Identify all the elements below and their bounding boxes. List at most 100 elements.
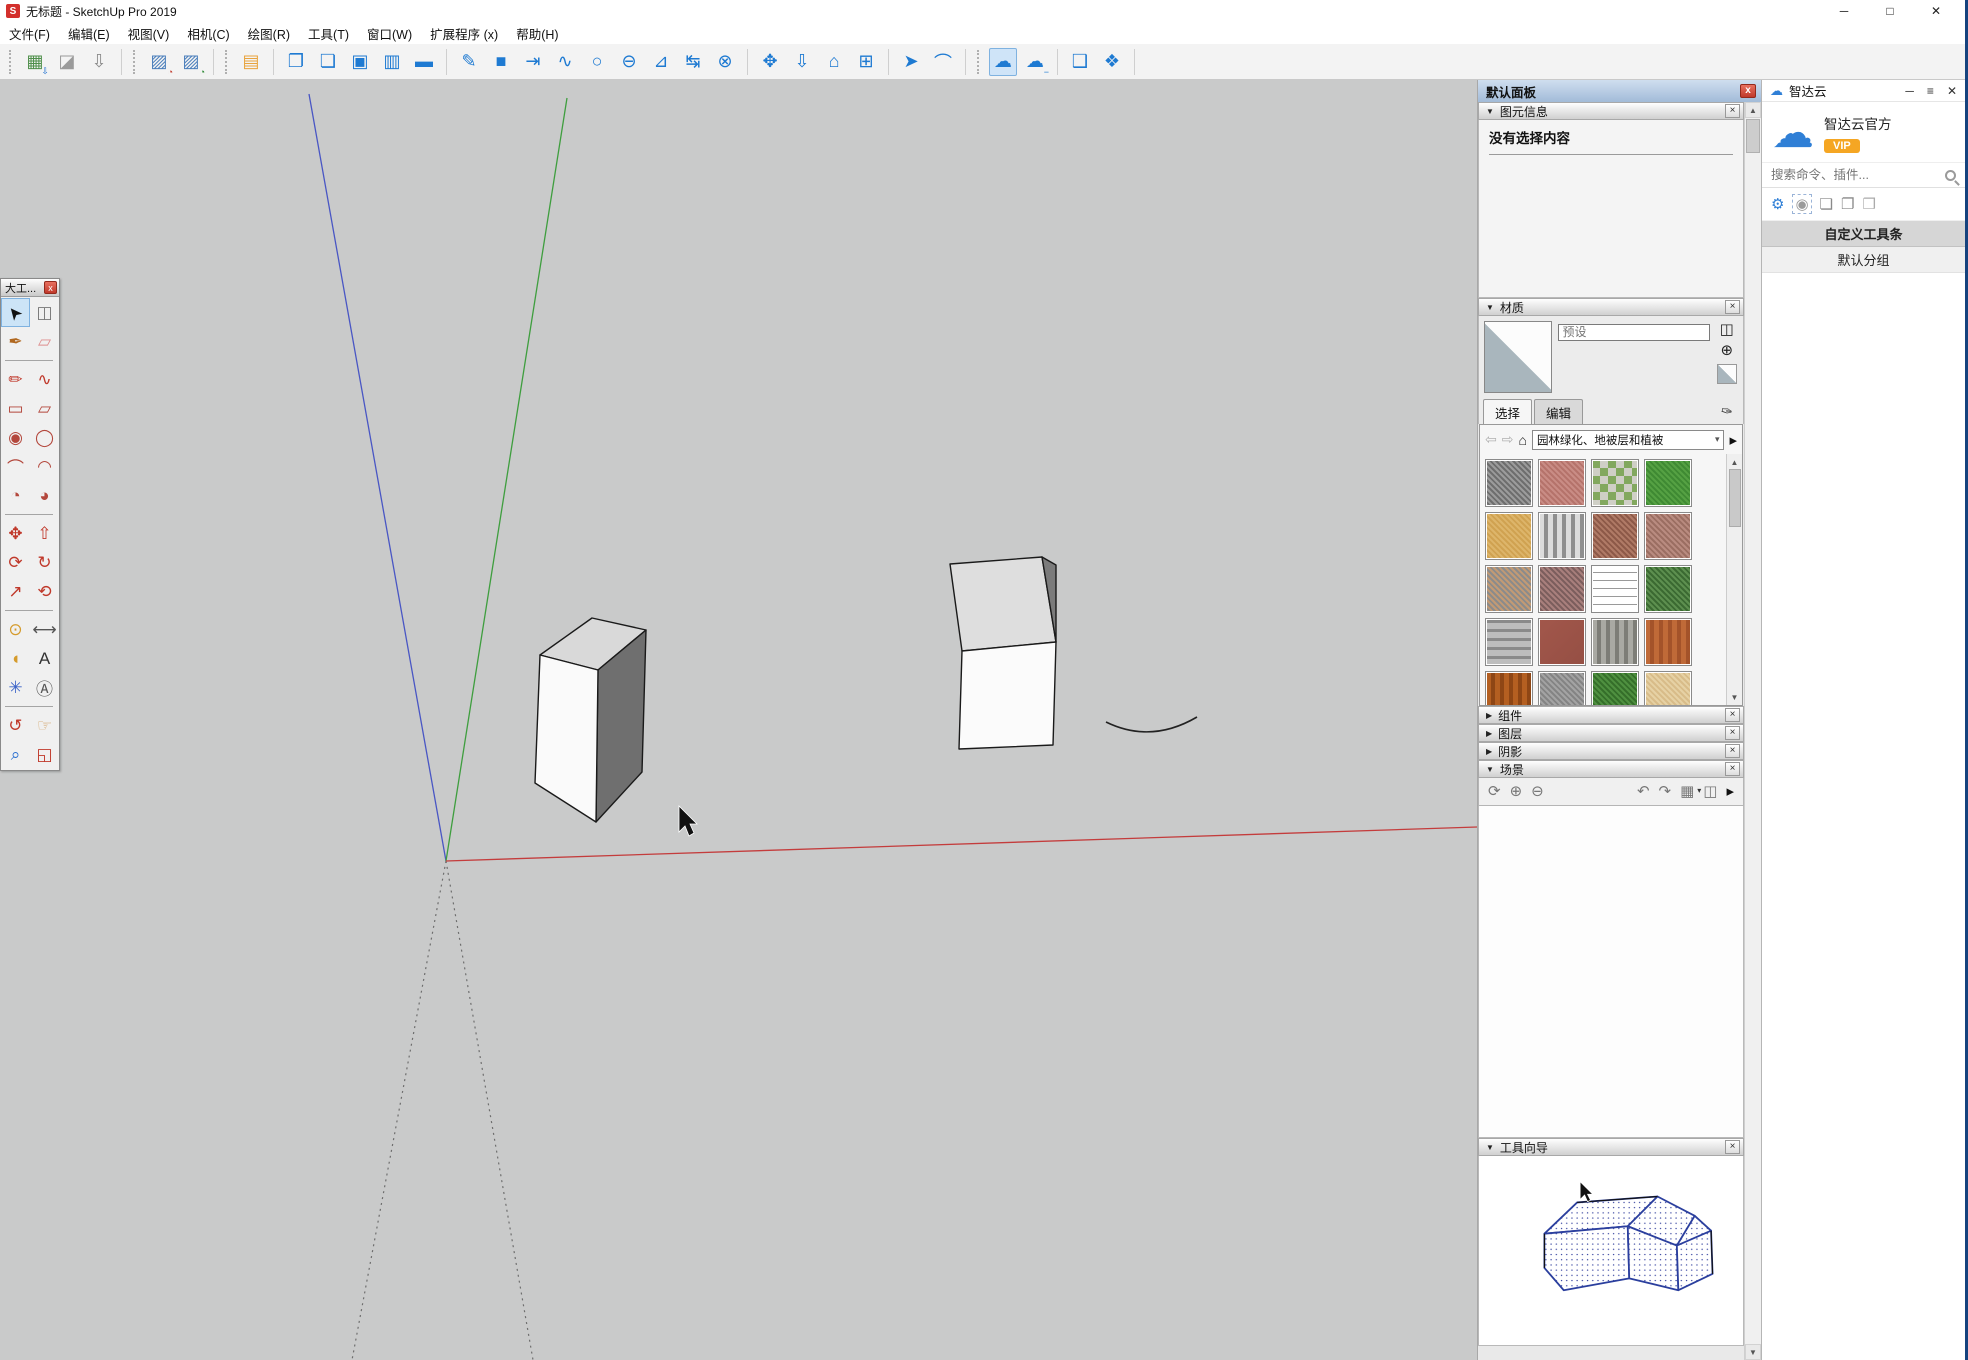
materials-scrollbar[interactable]: ▲ ▼ <box>1726 454 1742 705</box>
open-folder-icon[interactable]: ❏ <box>314 48 342 76</box>
default-panel-close-button[interactable]: x <box>1740 84 1756 98</box>
follow-me-icon[interactable]: ↻ <box>30 548 59 577</box>
create-material-icon[interactable]: ⊕ <box>1720 343 1733 359</box>
back-arrow-icon[interactable]: ⇦ <box>1485 431 1497 448</box>
material-grass[interactable] <box>1644 459 1692 507</box>
scroll-up-icon[interactable]: ▲ <box>1745 102 1761 118</box>
component-grid-icon[interactable]: ⊞ <box>852 48 880 76</box>
forward-arrow-icon[interactable]: ⇨ <box>1502 431 1514 448</box>
material-sand[interactable] <box>1485 512 1533 560</box>
scrollbar-thumb[interactable] <box>1728 469 1741 527</box>
menu-item[interactable]: 绘图(R) <box>239 24 299 43</box>
home-icon[interactable]: ⌂ <box>1518 432 1526 448</box>
entity-info-header[interactable]: ▼ 图元信息 × <box>1478 102 1744 120</box>
menu-item[interactable]: 视图(V) <box>119 24 179 43</box>
scene-down-icon[interactable]: ↷ <box>1659 784 1672 799</box>
menu-item[interactable]: 工具(T) <box>299 24 358 43</box>
cloud-remove-icon[interactable]: ☁ − <box>1021 48 1049 77</box>
draw-cursor-icon[interactable]: ➤ <box>897 48 925 76</box>
default-group-button[interactable]: 默认分组 <box>1762 247 1965 273</box>
material-red-pavement[interactable] <box>1538 459 1586 507</box>
dimension-icon[interactable]: ⟷ <box>30 615 59 644</box>
menu-item[interactable]: 相机(C) <box>178 24 238 43</box>
zoom-window-icon[interactable]: ◱ <box>30 740 59 769</box>
hatch-clock-green-icon[interactable]: ▨ ◔ <box>177 48 205 77</box>
section-header-组件[interactable]: ▶ 组件 × <box>1478 706 1744 724</box>
search-icon[interactable] <box>1945 169 1956 181</box>
toolbar-drag-handle[interactable] <box>133 49 138 74</box>
image-export-icon[interactable]: ▦ ⇩ <box>21 48 49 76</box>
material-red-brick[interactable] <box>1538 618 1586 666</box>
eraser-icon[interactable]: ▱ <box>30 327 59 356</box>
download-icon[interactable]: ⇩ <box>788 48 816 76</box>
menu-item[interactable]: 编辑(E) <box>59 24 119 43</box>
details-arrow-icon[interactable]: ▸ <box>1729 431 1737 449</box>
circle-minus-icon[interactable]: ⊖ <box>615 48 643 76</box>
arc-curve-icon[interactable]: ⌒ <box>929 48 957 76</box>
save-icon[interactable]: ▣ <box>346 48 374 76</box>
pan-icon[interactable]: ☞ <box>30 711 59 740</box>
settings-gear-icon[interactable]: ⚙ <box>1771 195 1784 213</box>
menu-item[interactable]: 文件(F) <box>0 24 59 43</box>
scene-detail-arrow-icon[interactable]: ▸ <box>1726 784 1734 799</box>
move-icon[interactable]: ✥ <box>1 519 30 548</box>
scrollbar-thumb[interactable] <box>1746 119 1760 153</box>
material-orange-fence[interactable] <box>1644 618 1692 666</box>
push-pull-icon[interactable]: ⇧ <box>30 519 59 548</box>
cloud-panel-titlebar[interactable]: ☁ 智达云 ─ ≡ ✕ <box>1762 80 1965 102</box>
house-icon[interactable]: ⌂ <box>820 48 848 76</box>
cloud-menu-button[interactable]: ≡ <box>1927 84 1934 98</box>
materials-close-button[interactable]: × <box>1725 300 1740 314</box>
tool-palette-titlebar[interactable]: 大工... x <box>1 279 59 297</box>
section-header-阴影[interactable]: ▶ 阴影 × <box>1478 742 1744 760</box>
circle-tool-icon[interactable]: ○ <box>583 48 611 76</box>
section-header-图层[interactable]: ▶ 图层 × <box>1478 724 1744 742</box>
circle-icon[interactable]: ◉ <box>1 423 30 452</box>
toolbar-drag-handle[interactable] <box>977 49 982 74</box>
protractor-tool-icon[interactable]: ⊿ <box>647 48 675 76</box>
scene-details-pane-icon[interactable]: ◫ <box>1703 784 1717 799</box>
zoom-icon[interactable]: ⌕ <box>1 740 30 769</box>
tab-select[interactable]: 选择 <box>1483 399 1533 424</box>
rotate-icon[interactable]: ⟳ <box>1 548 30 577</box>
menu-item[interactable]: 窗口(W) <box>358 24 421 43</box>
tape-measure-icon[interactable]: ⊙ <box>1 615 30 644</box>
default-panel-titlebar[interactable]: 默认面板 x <box>1478 80 1761 102</box>
zoom-extents-icon[interactable]: ❑ <box>1066 48 1094 76</box>
polygon-icon[interactable]: ◯ <box>30 423 59 452</box>
tool-palette-close-button[interactable]: x <box>44 281 57 294</box>
minimize-button[interactable]: ─ <box>1821 0 1867 22</box>
material-orange-planks[interactable] <box>1485 671 1533 705</box>
orbit-icon[interactable]: ↺ <box>1 711 30 740</box>
tab-edit[interactable]: 编辑 <box>1534 399 1584 424</box>
material-red-gravel[interactable] <box>1644 512 1692 560</box>
toolbar-drag-handle[interactable] <box>225 49 230 74</box>
menu-item[interactable]: 扩展程序 (x) <box>421 24 507 43</box>
selection-eye-icon[interactable]: ◉ <box>1792 194 1812 214</box>
scroll-down-icon[interactable]: ▼ <box>1727 690 1742 704</box>
scene-view-options-icon[interactable]: ▦ ▾ <box>1680 784 1701 799</box>
arc-icon[interactable]: ⌒ <box>1 452 30 481</box>
rectangle-icon[interactable]: ▭ <box>1 394 30 423</box>
material-gray-fence[interactable] <box>1538 512 1586 560</box>
freehand-icon[interactable]: ∿ <box>551 48 579 76</box>
scroll-down-icon[interactable]: ▼ <box>1745 1344 1761 1360</box>
box-3d-icon[interactable]: ❖ <box>1098 48 1126 76</box>
add-scene-icon[interactable]: ⊕ <box>1510 784 1523 799</box>
material-gray-planks[interactable] <box>1591 618 1639 666</box>
globe-icon[interactable]: ⊗ <box>711 48 739 76</box>
material-stone-rounds[interactable] <box>1485 618 1533 666</box>
custom-toolbar-button[interactable]: 自定义工具条 <box>1762 221 1965 247</box>
material-sample-swatch[interactable] <box>1716 364 1737 384</box>
3d-text-icon[interactable]: Ⓐ <box>30 673 59 702</box>
pie-arc-icon[interactable]: ◔ <box>1 481 30 510</box>
instructor-header[interactable]: ▼ 工具向导 × <box>1478 1138 1744 1156</box>
copy-tool-icon[interactable]: ❐ <box>1841 195 1854 213</box>
save-all-icon[interactable]: ▥ <box>378 48 406 76</box>
move-tool-icon[interactable]: ✥ <box>756 48 784 76</box>
hatch-clock-red-icon[interactable]: ▨ ◔ <box>145 48 173 77</box>
viewport[interactable]: 大工... x ➤ ◫ ✒ ▱ ✏ ∿ ▭ ▱ ◉ ◯ ⌒ ◠ ◔ ◕ ✥ ⇧ ⟳ ↻ ↗ ⟲ ⊙ ⟷ ◖ A ✳ Ⓐ ↺ ☞ ⌕ ◱ <box>0 80 1477 1360</box>
materials-header[interactable]: ▼ 材质 × <box>1478 298 1744 316</box>
line-pencil-icon[interactable]: ✏ <box>1 365 30 394</box>
make-component-icon[interactable]: ◫ <box>30 298 59 327</box>
